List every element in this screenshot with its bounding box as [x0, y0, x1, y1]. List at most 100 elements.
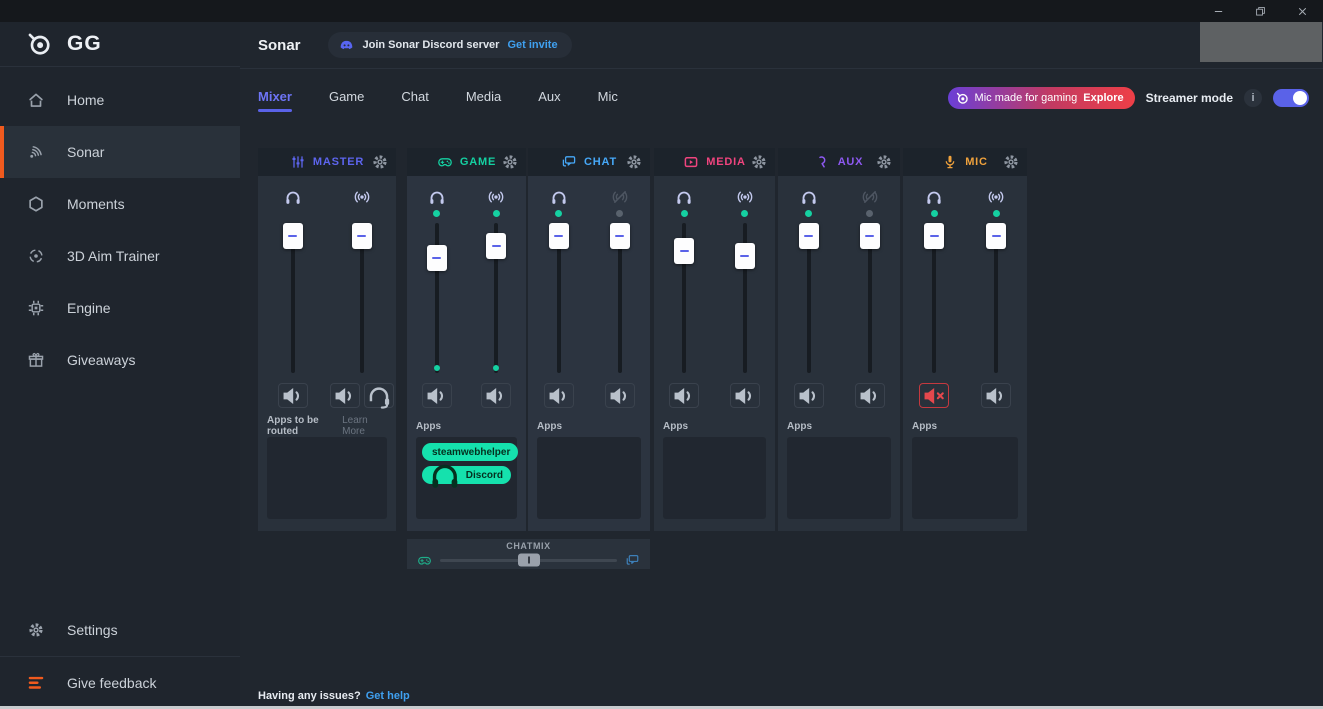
broadcast-off-icon — [861, 188, 879, 206]
sonar-icon — [27, 143, 45, 161]
audio-activity-dot — [434, 365, 440, 371]
volume-slider-headphones[interactable] — [778, 223, 839, 373]
learn-more-link[interactable]: Learn More — [342, 415, 387, 437]
volume-slider-stream[interactable] — [589, 223, 650, 373]
sidebar-item-engine[interactable]: Engine — [0, 282, 240, 334]
slider-handle[interactable] — [986, 223, 1006, 249]
slider-handle[interactable] — [674, 238, 694, 264]
headphones-icon — [428, 458, 462, 492]
mute-button[interactable] — [278, 383, 308, 408]
discord-banner[interactable]: Join Sonar Discord server Get invite — [328, 32, 572, 58]
steelseries-logo-icon — [956, 92, 969, 105]
sidetone-button[interactable] — [364, 383, 394, 408]
engine-icon — [27, 299, 45, 317]
close-button[interactable] — [1281, 0, 1323, 22]
app-chip[interactable]: Discord — [422, 466, 511, 484]
sidebar-item-settings[interactable]: Settings — [0, 604, 240, 656]
mute-button-muted[interactable] — [919, 383, 949, 408]
channel-column-stream — [589, 188, 650, 408]
mute-button[interactable] — [481, 383, 511, 408]
toggle-knob — [1293, 91, 1307, 105]
channel-body — [654, 176, 775, 408]
sidebar-item-3d-aim-trainer[interactable]: 3D Aim Trainer — [0, 230, 240, 282]
mute-button[interactable] — [794, 383, 824, 408]
channel-panel-game: GAMEAppssteamwebhelperDiscord — [407, 148, 526, 531]
sidebar-item-label: Settings — [67, 622, 118, 638]
slider-handle[interactable] — [427, 245, 447, 271]
sidebar-item-home[interactable]: Home — [0, 74, 240, 126]
slider-handle[interactable] — [486, 233, 506, 259]
apps-label: Apps — [537, 421, 562, 432]
slider-handle[interactable] — [799, 223, 819, 249]
streamer-mode-label: Streamer mode — [1146, 91, 1233, 105]
chatmix-track[interactable] — [440, 559, 617, 562]
mute-button[interactable] — [422, 383, 452, 408]
mute-button[interactable] — [330, 383, 360, 408]
tab-game[interactable]: Game — [329, 83, 364, 114]
sidebar-item-moments[interactable]: Moments — [0, 178, 240, 230]
channel-body — [258, 176, 396, 408]
speaker-icon — [545, 382, 573, 410]
app-logo[interactable]: GG — [0, 22, 240, 66]
tabs-row: Mixer Game Chat Media Aux Mic Mic made for ga… — [240, 81, 1323, 115]
apps-box — [537, 437, 641, 519]
minimize-button[interactable] — [1197, 0, 1239, 22]
volume-slider-headphones[interactable] — [407, 223, 467, 373]
volume-slider-headphones[interactable] — [903, 223, 965, 373]
channel-settings-button[interactable] — [371, 153, 389, 171]
headphones-icon — [925, 188, 943, 206]
volume-slider-stream[interactable] — [965, 223, 1027, 373]
volume-slider-stream[interactable] — [715, 223, 776, 373]
volume-slider-headphones[interactable] — [654, 223, 715, 373]
sidebar: GG HomeSonarMoments3D Aim TrainerEngineG… — [0, 22, 240, 709]
mute-button[interactable] — [855, 383, 885, 408]
discord-get-invite-link[interactable]: Get invite — [507, 39, 557, 51]
tab-mixer[interactable]: Mixer — [258, 83, 292, 114]
help-question-text: Having any issues? — [258, 690, 361, 702]
restore-icon — [1254, 5, 1267, 18]
sidebar-item-give-feedback[interactable]: Give feedback — [0, 657, 240, 709]
volume-slider-stream[interactable] — [327, 223, 396, 373]
slider-handle[interactable] — [860, 223, 880, 249]
apps-label: Apps — [416, 421, 441, 432]
info-icon[interactable]: i — [1244, 89, 1262, 107]
mute-button[interactable] — [730, 383, 760, 408]
volume-slider-headphones[interactable] — [258, 223, 327, 373]
mute-button[interactable] — [669, 383, 699, 408]
promo-explore-link[interactable]: Explore — [1083, 92, 1123, 104]
channel-settings-button[interactable] — [501, 153, 519, 171]
slider-handle[interactable] — [735, 243, 755, 269]
apps-box — [787, 437, 891, 519]
volume-slider-stream[interactable] — [839, 223, 900, 373]
tab-media[interactable]: Media — [466, 83, 501, 114]
sidebar-item-sonar[interactable]: Sonar — [0, 126, 240, 178]
volume-slider-stream[interactable] — [467, 223, 527, 373]
channel-settings-button[interactable] — [1002, 153, 1020, 171]
channel-settings-button[interactable] — [625, 153, 643, 171]
speaker-icon — [331, 382, 359, 410]
slider-handle[interactable] — [610, 223, 630, 249]
channel-settings-button[interactable] — [750, 153, 768, 171]
chatmix-handle[interactable] — [518, 554, 540, 567]
volume-slider-headphones[interactable] — [528, 223, 589, 373]
mute-button[interactable] — [605, 383, 635, 408]
sidebar-nav: HomeSonarMoments3D Aim TrainerEngineGive… — [0, 67, 240, 386]
tab-aux[interactable]: Aux — [538, 83, 560, 114]
mic-promo-banner[interactable]: Mic made for gaming Explore — [948, 87, 1135, 109]
slider-handle[interactable] — [352, 223, 372, 249]
streamer-mode-toggle[interactable] — [1273, 89, 1309, 107]
restore-button[interactable] — [1239, 0, 1281, 22]
tab-mic[interactable]: Mic — [598, 83, 618, 114]
slider-handle[interactable] — [924, 223, 944, 249]
mute-button[interactable] — [544, 383, 574, 408]
slider-handle[interactable] — [283, 223, 303, 249]
output-buttons — [481, 383, 511, 408]
channel-settings-button[interactable] — [875, 153, 893, 171]
sidebar-item-giveaways[interactable]: Giveaways — [0, 334, 240, 386]
tab-chat[interactable]: Chat — [401, 83, 428, 114]
sidebar-item-label: Give feedback — [67, 675, 157, 691]
mute-button[interactable] — [981, 383, 1011, 408]
channel-label: CHAT — [584, 156, 617, 168]
slider-handle[interactable] — [549, 223, 569, 249]
get-help-link[interactable]: Get help — [366, 690, 410, 702]
